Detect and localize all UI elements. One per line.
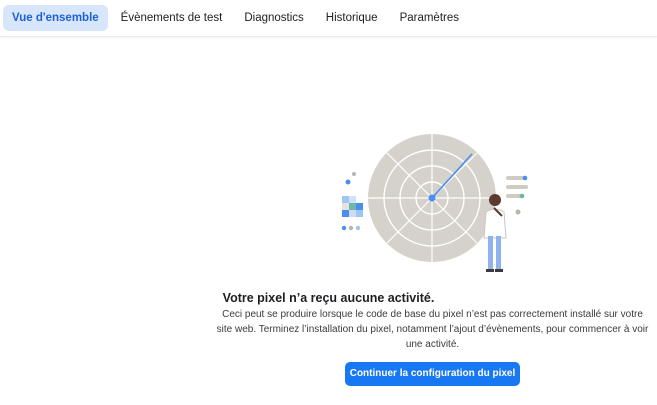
- empty-state-description: Ceci peut se produire lorsque le code de…: [216, 309, 649, 350]
- continue-setup-button[interactable]: Continuer la configuration du pixel: [345, 362, 520, 386]
- tab-history[interactable]: Historique: [317, 5, 387, 31]
- radar-scientist-illustration: [330, 128, 540, 278]
- tab-bar: Vue d'ensemble Évènements de test Diagno…: [0, 0, 657, 36]
- pixel-blocks-icon: [341, 172, 363, 231]
- tab-diagnostics[interactable]: Diagnostics: [235, 5, 312, 31]
- tab-overview[interactable]: Vue d'ensemble: [3, 5, 108, 31]
- radar-icon: [368, 134, 496, 262]
- list-bars-icon: [506, 175, 528, 215]
- empty-state-title: Votre pixel n’a reçu aucune activité.: [222, 291, 435, 305]
- tab-test-events[interactable]: Évènements de test: [112, 5, 232, 31]
- tab-settings[interactable]: Paramètres: [391, 5, 468, 31]
